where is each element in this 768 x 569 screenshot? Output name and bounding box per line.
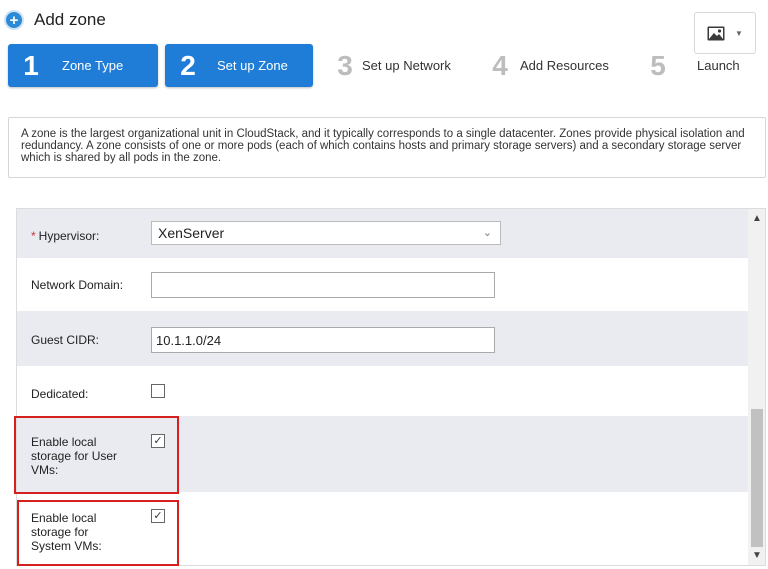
- form-row-dedicated: Dedicated:: [17, 366, 748, 416]
- dialog-title: Add zone: [34, 10, 106, 29]
- step-number: 4: [492, 49, 508, 81]
- hypervisor-label-text: Hypervisor:: [38, 229, 100, 243]
- scroll-down-icon[interactable]: ▼: [752, 550, 762, 561]
- dialog-header: + Add zone: [4, 6, 106, 34]
- form-row-network-domain: Network Domain:: [17, 258, 748, 311]
- step-number: 3: [337, 49, 353, 81]
- scrollbar-thumb[interactable]: [751, 409, 763, 547]
- step-label: Add Resources: [520, 58, 609, 73]
- step-label: Launch: [697, 58, 740, 73]
- scroll-up-icon[interactable]: ▲: [752, 213, 762, 224]
- step-label: Zone Type: [62, 58, 124, 73]
- plus-circle-icon: +: [4, 10, 24, 30]
- highlight-box-system-vms: [17, 500, 179, 566]
- form-row-guest-cidr: Guest CIDR: 10.1.1.0/24: [17, 311, 748, 366]
- zone-description: A zone is the largest organizational uni…: [8, 117, 766, 178]
- chevron-down-icon: ⌄: [482, 227, 492, 239]
- dedicated-label: Dedicated:: [31, 387, 89, 401]
- step-add-resources[interactable]: 4 Add Resources: [485, 44, 635, 87]
- step-number: 5: [650, 49, 666, 81]
- form-scrollbar[interactable]: ▲ ▼: [748, 209, 765, 565]
- guest-cidr-input[interactable]: 10.1.1.0/24: [151, 327, 495, 353]
- image-icon: [707, 26, 725, 40]
- step-number: 2: [180, 49, 196, 81]
- form-row-hypervisor: * Hypervisor: XenServer ⌄: [17, 209, 748, 258]
- wizard-steps: 1 Zone Type 2 Set up Zone 3 Set up Netwo…: [8, 44, 758, 88]
- hypervisor-label: * Hypervisor:: [31, 229, 99, 243]
- step-set-up-zone[interactable]: 2 Set up Zone: [165, 44, 313, 87]
- highlight-box-user-vms: [14, 416, 179, 494]
- chevron-down-icon: ▼: [735, 28, 743, 38]
- step-launch[interactable]: 5 Launch: [643, 44, 753, 87]
- hypervisor-select[interactable]: XenServer ⌄: [151, 221, 501, 245]
- hypervisor-value: XenServer: [158, 225, 225, 241]
- step-number: 1: [23, 49, 39, 81]
- network-domain-label: Network Domain:: [31, 278, 124, 292]
- step-set-up-network[interactable]: 3 Set up Network: [330, 44, 480, 87]
- required-marker: *: [31, 229, 36, 243]
- step-label: Set up Network: [362, 58, 451, 73]
- step-label: Set up Zone: [217, 58, 288, 73]
- network-domain-input[interactable]: [151, 272, 495, 298]
- guest-cidr-label: Guest CIDR:: [31, 333, 100, 347]
- step-zone-type[interactable]: 1 Zone Type: [8, 44, 158, 87]
- dedicated-checkbox[interactable]: [151, 384, 165, 398]
